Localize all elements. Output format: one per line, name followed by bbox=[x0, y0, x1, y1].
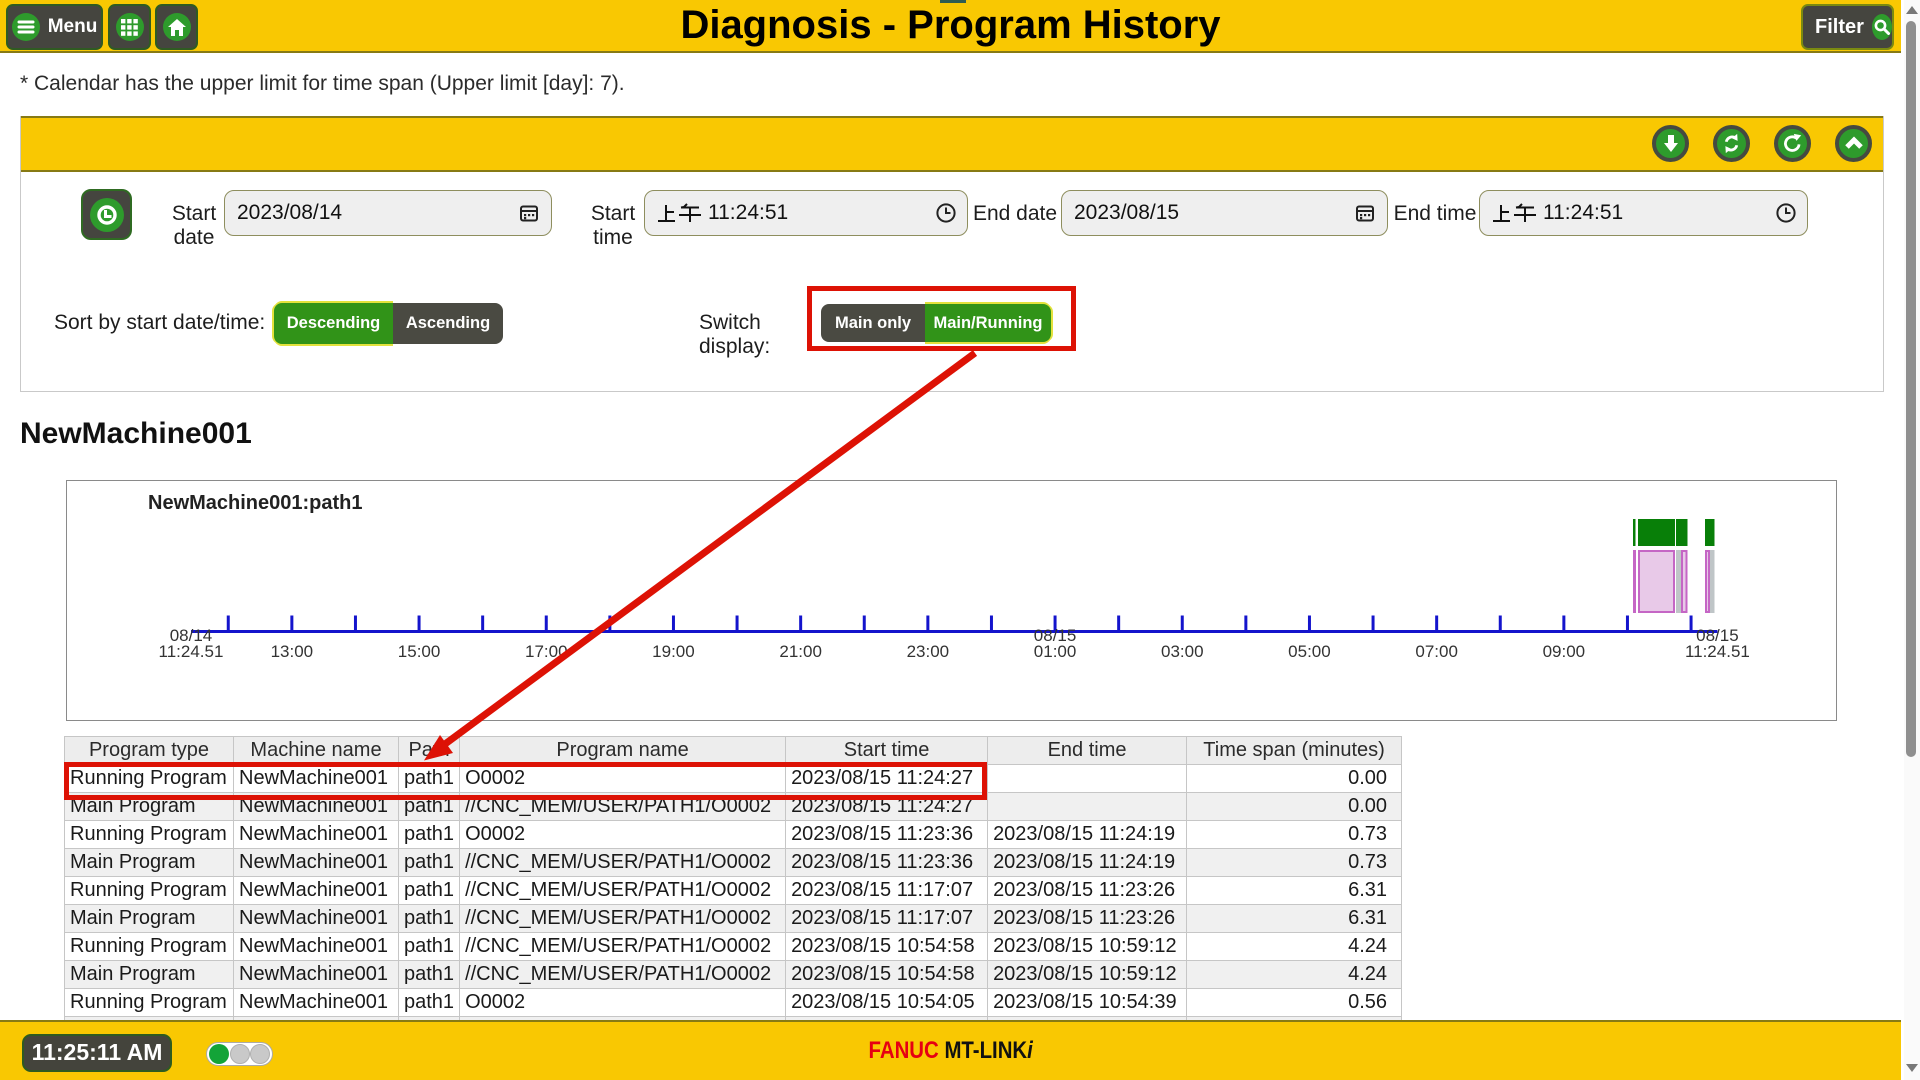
svg-text:11:24.51: 11:24.51 bbox=[1685, 642, 1750, 661]
svg-text:07:00: 07:00 bbox=[1415, 642, 1458, 661]
svg-text:23:00: 23:00 bbox=[907, 642, 950, 661]
svg-text:15:00: 15:00 bbox=[398, 642, 441, 661]
svg-text:09:00: 09:00 bbox=[1543, 642, 1586, 661]
svg-text:05:00: 05:00 bbox=[1288, 642, 1331, 661]
svg-text:01:00: 01:00 bbox=[1034, 642, 1077, 661]
svg-text:13:00: 13:00 bbox=[271, 642, 314, 661]
svg-text:21:00: 21:00 bbox=[779, 642, 822, 661]
svg-text:03:00: 03:00 bbox=[1161, 642, 1204, 661]
svg-text:17:00: 17:00 bbox=[525, 642, 568, 661]
svg-text:19:00: 19:00 bbox=[652, 642, 695, 661]
svg-text:11:24.51: 11:24.51 bbox=[159, 642, 224, 661]
